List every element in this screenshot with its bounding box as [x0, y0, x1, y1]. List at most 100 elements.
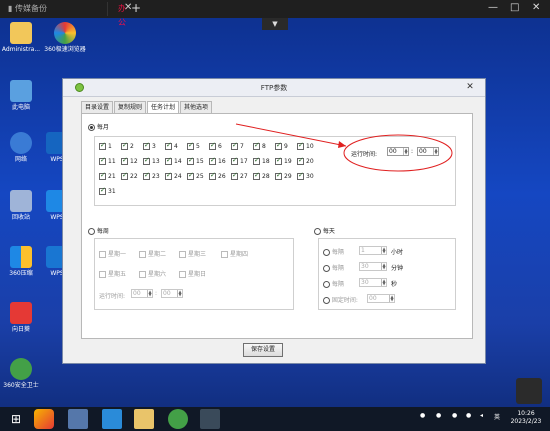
- spinner-arrows-icon[interactable]: ▲ ▼: [433, 148, 438, 155]
- day-checkbox[interactable]: [187, 156, 194, 165]
- day-checkbox[interactable]: [99, 171, 106, 180]
- weekday-checkbox[interactable]: [179, 251, 186, 258]
- day-checkbox[interactable]: [297, 171, 304, 180]
- interval-radio[interactable]: [323, 297, 330, 304]
- day-checkbox-item[interactable]: 11: [99, 156, 116, 165]
- interval-radio[interactable]: [323, 281, 330, 288]
- weekly-option[interactable]: 每周: [88, 226, 109, 235]
- day-checkbox-item[interactable]: 1: [99, 141, 112, 150]
- spinner-arrows-icon[interactable]: ▲ ▼: [147, 290, 152, 297]
- day-checkbox[interactable]: [297, 156, 304, 165]
- weekday-sat[interactable]: 星期六: [139, 269, 166, 278]
- interval-radio[interactable]: [323, 249, 330, 256]
- day-checkbox-item[interactable]: 12: [121, 156, 138, 165]
- tab-schedule[interactable]: 任务计划: [147, 101, 180, 113]
- tab-directory[interactable]: 目录设置: [81, 101, 114, 113]
- spinner-arrows-icon[interactable]: ▲ ▼: [177, 290, 182, 297]
- everyday-radio[interactable]: [314, 228, 321, 235]
- day-checkbox-item[interactable]: 2: [121, 141, 134, 150]
- spinner-arrows-icon[interactable]: ▲ ▼: [381, 263, 386, 270]
- day-checkbox[interactable]: [165, 156, 172, 165]
- day-checkbox-item[interactable]: 19: [275, 156, 292, 165]
- app-icon[interactable]: [102, 409, 122, 429]
- spinner-arrows-icon[interactable]: ▲ ▼: [381, 279, 386, 286]
- maximize-icon[interactable]: □: [510, 2, 519, 13]
- monthly-option[interactable]: 每月: [88, 122, 109, 131]
- weekly-hour-spinner[interactable]: 00 ▲ ▼: [131, 289, 153, 298]
- close-window-icon[interactable]: ✕: [532, 2, 540, 13]
- day-checkbox-item[interactable]: 14: [165, 156, 182, 165]
- day-checkbox[interactable]: [209, 156, 216, 165]
- day-checkbox[interactable]: [121, 171, 128, 180]
- day-checkbox[interactable]: [99, 186, 106, 195]
- day-checkbox-item[interactable]: 25: [187, 171, 204, 180]
- day-checkbox-item[interactable]: 8: [253, 141, 266, 150]
- day-checkbox-item[interactable]: 29: [275, 171, 292, 180]
- weekday-mon[interactable]: 星期一: [99, 249, 126, 258]
- day-checkbox[interactable]: [187, 141, 194, 150]
- tab-other[interactable]: 其他选项: [180, 101, 213, 113]
- fixed-time-spinner[interactable]: 00 ▲ ▼: [367, 294, 395, 303]
- app-icon[interactable]: [168, 409, 188, 429]
- interval-second-row[interactable]: 每隔: [323, 279, 344, 288]
- ftp-app-icon[interactable]: [200, 409, 220, 429]
- day-checkbox-item[interactable]: 10: [297, 141, 314, 150]
- ime-indicator[interactable]: 英: [494, 412, 500, 421]
- spinner-arrows-icon[interactable]: ▲ ▼: [381, 247, 386, 254]
- day-checkbox[interactable]: [121, 141, 128, 150]
- weekly-radio[interactable]: [88, 228, 95, 235]
- day-checkbox-item[interactable]: 7: [231, 141, 244, 150]
- day-checkbox-item[interactable]: 30: [297, 171, 314, 180]
- day-checkbox[interactable]: [165, 171, 172, 180]
- tray-icon[interactable]: ●: [420, 412, 425, 419]
- weekday-checkbox[interactable]: [99, 271, 106, 278]
- day-checkbox-item[interactable]: 21: [99, 171, 116, 180]
- day-checkbox-item[interactable]: 23: [143, 171, 160, 180]
- day-checkbox[interactable]: [275, 156, 282, 165]
- day-checkbox[interactable]: [187, 171, 194, 180]
- day-checkbox-item[interactable]: 6: [209, 141, 222, 150]
- close-icon[interactable]: ✕: [463, 81, 477, 94]
- desktop-icon-360browser[interactable]: 360极速浏览器: [44, 22, 86, 54]
- tray-icon[interactable]: ●: [452, 412, 457, 419]
- day-checkbox[interactable]: [297, 141, 304, 150]
- windows-start-icon[interactable]: ⊞: [6, 409, 26, 429]
- day-checkbox-item[interactable]: 22: [121, 171, 138, 180]
- weekday-wed[interactable]: 星期三: [179, 249, 206, 258]
- day-checkbox-item[interactable]: 9: [275, 141, 288, 150]
- day-checkbox[interactable]: [165, 141, 172, 150]
- interval-hour-row[interactable]: 每隔: [323, 247, 344, 256]
- desktop-icon-admin[interactable]: Administra...: [0, 22, 42, 54]
- interval-hour-spinner[interactable]: 1 ▲ ▼: [359, 246, 387, 255]
- new-tab-button[interactable]: +: [131, 1, 141, 15]
- day-checkbox-item[interactable]: 16: [209, 156, 226, 165]
- interval-radio[interactable]: [323, 265, 330, 272]
- app-icon[interactable]: [34, 409, 54, 429]
- monthly-radio[interactable]: [88, 124, 95, 131]
- weekday-checkbox[interactable]: [99, 251, 106, 258]
- weekday-checkbox[interactable]: [139, 271, 146, 278]
- day-checkbox-item[interactable]: 18: [253, 156, 270, 165]
- day-checkbox[interactable]: [99, 156, 106, 165]
- day-checkbox[interactable]: [253, 171, 260, 180]
- day-checkbox[interactable]: [275, 141, 282, 150]
- day-checkbox-item[interactable]: 28: [253, 171, 270, 180]
- day-checkbox[interactable]: [253, 156, 260, 165]
- day-checkbox[interactable]: [143, 171, 150, 180]
- day-checkbox[interactable]: [121, 156, 128, 165]
- weekday-checkbox[interactable]: [179, 271, 186, 278]
- day-checkbox-item[interactable]: 5: [187, 141, 200, 150]
- desktop-icon-sunlogin[interactable]: 向日葵: [0, 302, 42, 334]
- day-checkbox[interactable]: [275, 171, 282, 180]
- everyday-option[interactable]: 每天: [314, 226, 335, 235]
- day-checkbox-item[interactable]: 20: [297, 156, 314, 165]
- interval-second-spinner[interactable]: 30 ▲ ▼: [359, 278, 387, 287]
- spinner-arrows-icon[interactable]: ▲ ▼: [403, 148, 408, 155]
- day-checkbox-item[interactable]: 13: [143, 156, 160, 165]
- day-checkbox-item[interactable]: 15: [187, 156, 204, 165]
- minimize-icon[interactable]: —: [488, 2, 498, 13]
- day-checkbox[interactable]: [231, 171, 238, 180]
- day-checkbox-item[interactable]: 3: [143, 141, 156, 150]
- monthly-hour-spinner[interactable]: 00 ▲ ▼: [387, 147, 409, 156]
- window-titlebar[interactable]: FTP参数 ✕: [63, 79, 485, 97]
